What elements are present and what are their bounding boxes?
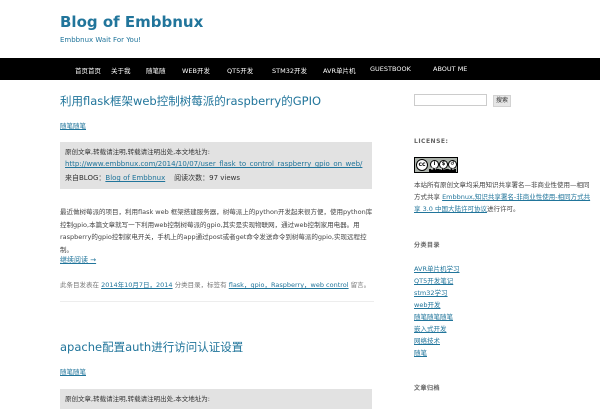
post-title[interactable]: 利用flask框架web控制树莓派的raspberry的GPIO [60,93,321,109]
cc-license-badge[interactable]: cc i $ ↺ BY NC SA [414,157,458,173]
nav-item-about-me[interactable]: ABOUT ME [433,65,467,73]
post-tags-link[interactable]: flask，gpio，Raspberry，web control [229,281,349,289]
read-more-link[interactable]: 继续阅读 → [60,255,96,265]
archives-widget-title: 文章归档 [414,385,441,392]
category-link[interactable]: AVR单片机学习 [414,263,460,273]
copyright-notice: 原创文章,转载请注明,转载请注明出处,本文地址为: [65,148,210,156]
post-divider [60,301,374,302]
license-text: 本站所有原创文章均采用知识共享署名—非商业性使用—相同方式共享 Embbnux,… [414,179,592,215]
nav-item-about[interactable]: 关于我 [111,65,131,75]
view-count: 阅读次数：97 views [174,174,241,182]
cc-label-bar: BY NC SA [429,167,456,172]
cc-logo-icon: cc [416,159,428,171]
entry-meta: 此条目发表在 2014年10月7日，2014 分类目录，标签有 flask，gp… [60,279,370,289]
meta-prefix: 此条目发表在 [60,281,102,289]
post-excerpt: 最近做树莓派的项目，利用flask web 框架搭建服务器，树莓派上的pytho… [60,208,373,254]
post-category-link[interactable]: 随笔随笔 [60,120,86,130]
post-category-link[interactable]: 随笔随笔 [60,366,86,376]
nav-item-essays[interactable]: 随笔随 [146,65,166,75]
category-link[interactable]: 嵌入式开发 [414,323,447,333]
post-source-line: 来自BLOG：Blog of Embbnux 阅读次数：97 views [65,173,240,183]
meta-mid: 分类目录，标签有 [172,281,229,289]
categories-widget-title: 分类目录 [414,242,441,249]
source-prefix: 来自BLOG： [65,174,106,182]
search-input[interactable] [414,94,487,106]
post-date-link[interactable]: 2014年10月7日，2014 [101,281,173,289]
nav-item-home[interactable]: 首页首页 [75,65,101,75]
post-info-box: 原创文章,转载请注明,转载请注明出处,本文地址为: [60,389,372,409]
site-title[interactable]: Blog of Embbnux [60,13,203,31]
nav-item-guestbook[interactable]: GUESTBOOK [370,65,411,73]
category-link[interactable]: 网络技术 [414,335,440,345]
post-title[interactable]: apache配置auth进行访问认证设置 [60,339,243,355]
category-link[interactable]: 随笔 [414,347,427,357]
nav-item-web[interactable]: WEB开发 [182,65,210,75]
nav-item-stm32[interactable]: STM32开发 [272,65,307,75]
category-link[interactable]: QT5开发笔记 [414,275,453,285]
blog-link[interactable]: Blog of Embbnux [105,174,165,182]
site-description: Embbnux Wait For You! [60,36,142,44]
cc-badge-text: BY NC SA [431,167,456,171]
category-link[interactable]: 随笔随笔随笔 [414,311,453,321]
copyright-notice: 原创文章,转载请注明,转载请注明出处,本文地址为: [65,395,210,403]
post-permalink[interactable]: http://www.embbnux.com/2014/10/07/user_f… [65,160,362,168]
category-link[interactable]: web开发 [414,299,440,309]
post-info-box: 原创文章,转载请注明,转载请注明出处,本文地址为: http://www.emb… [60,142,372,189]
nav-item-qt5[interactable]: QT5开发 [227,65,253,75]
nav-item-avr[interactable]: AVR单片机 [323,65,356,75]
license-end: 进行许可。 [486,205,520,213]
license-widget-title: LICENSE: [414,138,449,145]
main-navigation: 首页首页 关于我 随笔随 WEB开发 QT5开发 STM32开发 AVR单片机 … [0,58,600,80]
category-link[interactable]: stm32学习 [414,287,448,297]
meta-suffix: 留言。 [348,281,371,289]
search-button[interactable]: 搜索 [493,95,511,107]
